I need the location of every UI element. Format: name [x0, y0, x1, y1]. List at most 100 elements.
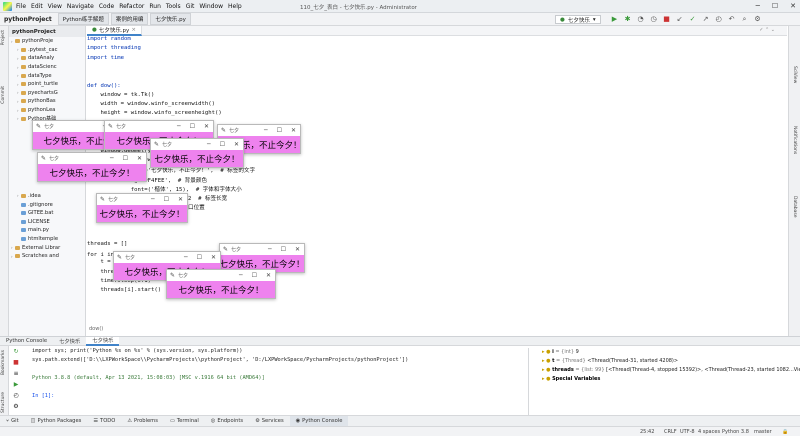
maximize-icon[interactable]: ☐ — [281, 246, 286, 253]
tree-item[interactable]: › point_turtle — [9, 80, 85, 89]
search-icon[interactable]: ⌕ — [740, 15, 749, 24]
git-update-icon[interactable]: ↙ — [675, 15, 684, 24]
popup-title-bar[interactable]: ✎七夕 ─ ☐ ✕ — [38, 153, 146, 164]
minimize-icon[interactable]: ─ — [207, 141, 211, 148]
menu-item-refactor[interactable]: Refactor — [119, 3, 144, 10]
close-icon[interactable]: ✕ — [266, 272, 271, 279]
breadcrumb-file[interactable]: 七夕快乐.py — [150, 13, 191, 25]
tree-item[interactable]: › .pytest_cac — [9, 46, 85, 55]
bottom-tab-problems[interactable]: ⚠ Problems — [121, 416, 164, 427]
variable-row[interactable]: ▸ ● i = {int} 9 — [542, 349, 579, 355]
maximize-icon[interactable]: ☐ — [164, 196, 169, 203]
minimize-icon[interactable]: ─ — [151, 196, 155, 203]
soft-wrap-icon[interactable]: ≡ — [12, 370, 20, 378]
project-tool-tab[interactable]: Project — [1, 30, 6, 45]
maximize-icon[interactable]: ☐ — [123, 155, 128, 162]
tree-item[interactable]: .gitignore — [9, 200, 85, 209]
tree-item[interactable]: › pyechartsG — [9, 89, 85, 98]
bottom-tab-services[interactable]: ⚙ Services — [249, 416, 290, 427]
editor-tab-active[interactable]: ● 七夕快乐.py × — [87, 26, 142, 36]
rollback-icon[interactable]: ↶ — [727, 15, 736, 24]
close-icon[interactable]: ✕ — [291, 127, 296, 134]
menu-item-navigate[interactable]: Navigate — [67, 3, 94, 10]
popup-title-bar[interactable]: ✎七夕 ─ ☐ ✕ — [218, 125, 300, 136]
variable-row[interactable]: ▸ ● Special Variables — [542, 376, 600, 382]
stop-console-icon[interactable]: ■ — [12, 359, 20, 367]
breadcrumb-folder[interactable]: Python练手解题 — [57, 13, 109, 25]
menu-item-help[interactable]: Help — [228, 3, 242, 10]
menu-item-window[interactable]: Window — [199, 3, 223, 10]
tree-item[interactable]: › External Librar — [9, 243, 85, 252]
bottom-tab-todo[interactable]: ☰ TODO — [87, 416, 121, 427]
bottom-tab-terminal[interactable]: ▭ Terminal — [164, 416, 205, 427]
bottom-tab-endpoints[interactable]: ◎ Endpoints — [205, 416, 249, 427]
debug-icon[interactable]: ✱ — [623, 15, 632, 24]
git-commit-icon[interactable]: ✓ — [688, 15, 697, 24]
minimize-icon[interactable]: ─ — [268, 246, 272, 253]
structure-tool-tab[interactable]: Structure — [1, 392, 6, 413]
tree-item[interactable]: › dataScienc — [9, 63, 85, 72]
coverage-icon[interactable]: ◔ — [636, 15, 645, 24]
git-push-icon[interactable]: ↗ — [701, 15, 710, 24]
menu-item-code[interactable]: Code — [99, 3, 114, 10]
python-interpreter[interactable]: Python 3.8 — [722, 429, 749, 435]
file-encoding[interactable]: UTF-8 — [680, 429, 695, 435]
history-icon[interactable]: ◴ — [12, 392, 20, 400]
minimize-icon[interactable]: ─ — [756, 2, 760, 10]
settings-icon[interactable]: ⚙ — [753, 15, 762, 24]
bottom-tab-python-console[interactable]: ◉ Python Console — [289, 415, 349, 427]
tree-item[interactable]: › pythonProje — [9, 37, 85, 46]
menu-item-file[interactable]: File — [16, 3, 26, 10]
popup-title-bar[interactable]: ✎七夕 ─ ☐ ✕ — [114, 252, 220, 263]
minimize-icon[interactable]: ─ — [184, 254, 188, 261]
popup-title-bar[interactable]: ✎七夕 ─ ☐ ✕ — [97, 194, 187, 205]
tree-item[interactable]: main.py — [9, 226, 85, 235]
tree-item[interactable]: LICENSE — [9, 217, 85, 226]
settings-icon[interactable]: ⚙ — [12, 403, 20, 411]
indent-setting[interactable]: 4 spaces — [698, 429, 720, 435]
close-tab-icon[interactable]: × — [131, 27, 136, 33]
popup-title-bar[interactable]: ✎七夕 ─ ☐ ✕ — [105, 121, 213, 132]
minimize-icon[interactable]: ─ — [264, 127, 268, 134]
run-icon[interactable]: ▶ — [610, 15, 619, 24]
minimize-icon[interactable]: ─ — [110, 155, 114, 162]
inspection-widget[interactable]: ✓ ⌃ ⌄ — [759, 27, 775, 33]
menu-item-edit[interactable]: Edit — [31, 3, 43, 10]
sciview-tool-tab[interactable]: SciView — [792, 66, 797, 83]
profile-icon[interactable]: ◷ — [649, 15, 658, 24]
variable-row[interactable]: ▸ ● threads = {list: 99} [<Thread(Thread… — [542, 367, 800, 373]
close-icon[interactable]: ✕ — [178, 196, 183, 203]
close-icon[interactable]: ✕ — [295, 246, 300, 253]
maximize-icon[interactable]: ☐ — [220, 141, 225, 148]
maximize-icon[interactable]: ☐ — [197, 254, 202, 261]
menu-item-run[interactable]: Run — [149, 3, 161, 10]
tree-item[interactable]: GITEE.bat — [9, 209, 85, 218]
close-icon[interactable]: ✕ — [790, 2, 796, 10]
maximize-icon[interactable]: ☐ — [277, 127, 282, 134]
bottom-tab-git[interactable]: ⑂ Git — [0, 416, 25, 427]
run-config-select[interactable]: ● 七夕快乐 ▾ — [555, 15, 601, 24]
maximize-icon[interactable]: ☐ — [190, 123, 195, 130]
git-branch[interactable]: master — [754, 429, 772, 435]
close-icon[interactable]: ✕ — [234, 141, 239, 148]
popup-title-bar[interactable]: ✎七夕 ─ ☐ ✕ — [167, 270, 275, 281]
menu-item-view[interactable]: View — [48, 3, 62, 10]
breadcrumb-project[interactable]: pythonProject — [0, 16, 56, 23]
tree-item[interactable]: › dataAnaly — [9, 54, 85, 63]
minimize-icon[interactable]: ─ — [239, 272, 243, 279]
close-icon[interactable]: ✕ — [211, 254, 216, 261]
tree-item[interactable]: › Scratches and — [9, 252, 85, 261]
database-tool-tab[interactable]: Database — [792, 196, 797, 217]
menu-item-git[interactable]: Git — [186, 3, 195, 10]
console-tab[interactable]: 七夕快乐 — [53, 337, 86, 346]
popup-title-bar[interactable]: ✎七夕 ─ ☐ ✕ — [151, 139, 243, 150]
breadcrumb-subfolder[interactable]: 案例的用编 — [110, 13, 149, 25]
variable-row[interactable]: ▸ ● t = {Thread} <Thread(Thread-31, star… — [542, 358, 678, 364]
commit-tool-tab[interactable]: Commit — [1, 86, 6, 104]
close-icon[interactable]: ✕ — [137, 155, 142, 162]
maximize-icon[interactable]: ☐ — [772, 2, 778, 10]
tree-item[interactable]: › pythonLea — [9, 106, 85, 115]
tree-item[interactable]: › pythonBas — [9, 97, 85, 106]
notifications-tool-tab[interactable]: Notifications — [792, 126, 797, 154]
rerun-icon[interactable]: ↻ — [12, 348, 20, 356]
